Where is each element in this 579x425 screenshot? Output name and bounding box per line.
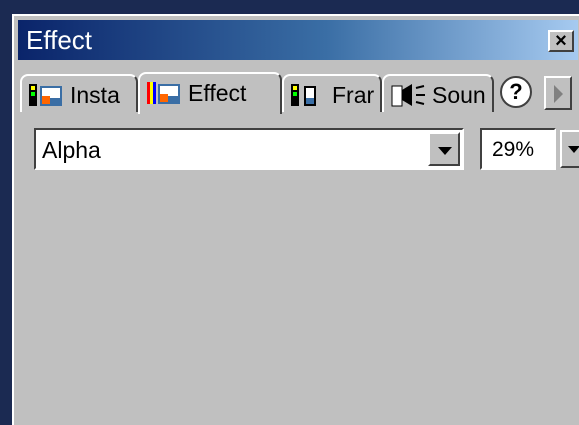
tab-label: Soun bbox=[432, 82, 486, 108]
window-title: Effect bbox=[26, 25, 93, 55]
close-button[interactable]: × bbox=[548, 30, 574, 52]
dropdown-value: Alpha bbox=[42, 137, 101, 163]
tab-instance[interactable]: Insta bbox=[20, 74, 138, 112]
help-button[interactable]: ? bbox=[500, 76, 532, 108]
alpha-amount-value: 29% bbox=[492, 138, 535, 161]
instance-icon bbox=[29, 84, 62, 106]
close-icon: × bbox=[555, 30, 567, 52]
frame-icon bbox=[291, 84, 316, 106]
effect-settings-area bbox=[20, 182, 576, 421]
tab-sound[interactable]: Soun bbox=[382, 74, 494, 112]
sound-icon bbox=[391, 84, 425, 107]
tab-effect[interactable]: Effect bbox=[138, 72, 282, 114]
alpha-amount-dropdown-button[interactable] bbox=[560, 130, 579, 168]
tab-frame[interactable]: Frar bbox=[282, 74, 382, 112]
tab-label: Effect bbox=[188, 80, 247, 106]
tab-label: Insta bbox=[70, 82, 120, 108]
title-bar[interactable]: Effect × bbox=[18, 20, 578, 60]
dropdown-arrow-button[interactable] bbox=[428, 132, 460, 166]
help-icon: ? bbox=[509, 79, 523, 104]
effect-type-dropdown[interactable]: Alpha bbox=[34, 128, 464, 170]
tab-scroll-right-button[interactable] bbox=[544, 76, 572, 110]
tab-label: Frar bbox=[332, 82, 375, 108]
effect-panel-window: Effect × Insta Frar Soun Effect ? Alpha … bbox=[12, 14, 579, 425]
alpha-amount-field[interactable]: 29% bbox=[480, 128, 556, 170]
effect-icon bbox=[147, 82, 180, 104]
tab-strip: Insta Frar Soun Effect ? bbox=[20, 72, 576, 114]
